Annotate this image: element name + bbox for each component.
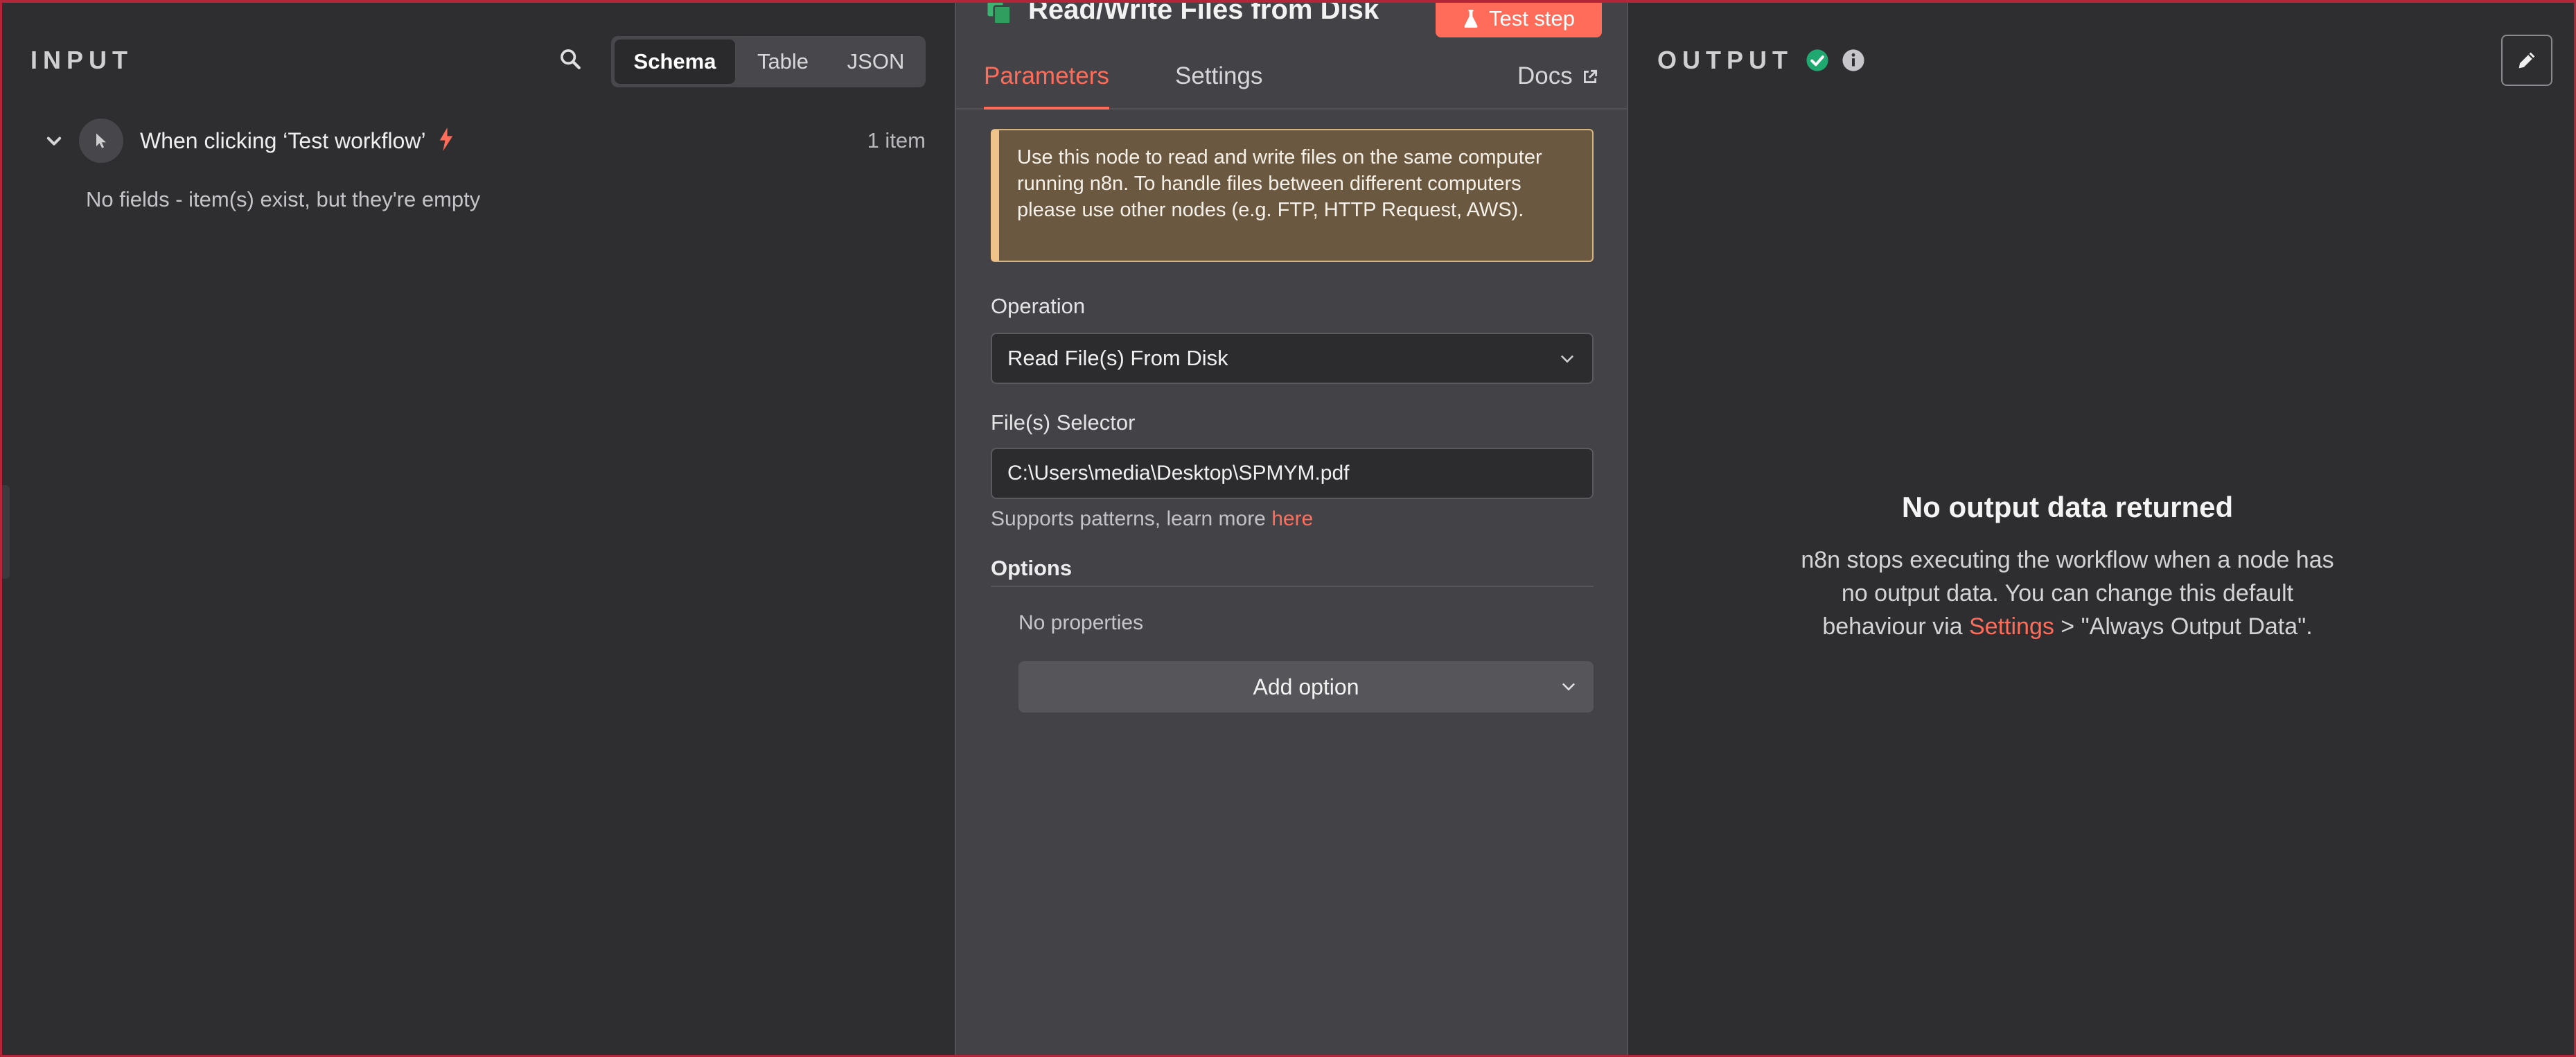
node-tabs: Parameters Settings Docs	[956, 55, 1627, 110]
search-icon	[561, 49, 581, 69]
node-settings-panel: Read/Write Files from Disk Test step Par…	[955, 0, 1628, 1057]
file-selector-label: File(s) Selector	[991, 410, 1136, 435]
test-step-label: Test step	[1488, 6, 1576, 30]
info-icon[interactable]	[1842, 49, 1865, 72]
no-output-text-end: > "Always Output Data".	[2054, 613, 2313, 640]
tab-table[interactable]: Table	[738, 40, 828, 84]
empty-items-message: No fields - item(s) exist, but they're e…	[86, 187, 481, 211]
chevron-down-icon	[1560, 355, 1574, 363]
no-output-heading: No output data returned	[1901, 491, 2234, 523]
item-count: 1 item	[867, 128, 926, 152]
input-panel-title: INPUT	[30, 46, 133, 74]
display-mode-switch: Schema Table JSON	[611, 36, 926, 87]
pencil-icon	[2518, 52, 2535, 69]
tab-schema[interactable]: Schema	[615, 40, 735, 84]
chevron-down-icon	[1562, 683, 1576, 691]
options-divider	[991, 586, 1594, 587]
tab-json[interactable]: JSON	[831, 40, 921, 84]
trigger-node-label: When clicking ‘Test workflow’	[140, 128, 426, 153]
tab-settings[interactable]: Settings	[1175, 62, 1262, 107]
input-panel: INPUT Schema Table JSON When clicking ‘T…	[0, 0, 955, 1057]
no-output-text: n8n stops executing the workflow when a …	[1790, 543, 2345, 643]
settings-link[interactable]: Settings	[1969, 613, 2054, 640]
hint-text: Supports patterns, learn more	[991, 507, 1272, 530]
add-option-label: Add option	[1253, 674, 1359, 699]
operation-label: Operation	[991, 294, 1086, 318]
info-notice: Use this node to read and write files on…	[991, 129, 1594, 262]
node-header: Read/Write Files from Disk	[984, 0, 1379, 35]
file-selector-input[interactable]	[991, 448, 1594, 499]
node-title[interactable]: Read/Write Files from Disk	[1028, 0, 1379, 26]
search-button[interactable]	[554, 43, 586, 75]
add-option-button[interactable]: Add option	[1018, 661, 1594, 713]
output-panel: OUTPUT No output data returned n8n stops…	[1628, 0, 2576, 1057]
edit-output-button[interactable]	[2501, 35, 2552, 86]
docs-link[interactable]: Docs	[1517, 62, 1599, 107]
input-node-row[interactable]: When clicking ‘Test workflow’ 1 item	[39, 116, 926, 165]
mouse-pointer-icon	[79, 119, 123, 163]
options-title: Options	[991, 556, 1073, 580]
no-output-message: No output data returned n8n stops execut…	[1790, 491, 2345, 643]
lightning-bolt-icon	[437, 127, 455, 155]
panel-resize-handle[interactable]	[0, 485, 10, 579]
operation-value: Read File(s) From Disk	[1007, 346, 1228, 370]
test-step-button[interactable]: Test step	[1436, 0, 1602, 37]
chevron-down-icon[interactable]	[39, 131, 69, 150]
output-panel-header: OUTPUT	[1657, 46, 1865, 75]
learn-more-link[interactable]: here	[1271, 507, 1313, 530]
check-circle-icon	[1806, 49, 1828, 71]
window-border-top	[0, 0, 2576, 3]
no-properties-text: No properties	[1018, 611, 1144, 634]
operation-select[interactable]: Read File(s) From Disk	[991, 333, 1594, 384]
flask-icon	[1464, 10, 1478, 28]
external-link-icon	[1583, 69, 1597, 83]
file-selector-hint: Supports patterns, learn more here	[991, 507, 1313, 531]
output-panel-title: OUTPUT	[1657, 46, 1793, 74]
tab-parameters[interactable]: Parameters	[984, 62, 1109, 110]
docs-label: Docs	[1517, 62, 1573, 89]
files-icon	[984, 0, 1014, 30]
